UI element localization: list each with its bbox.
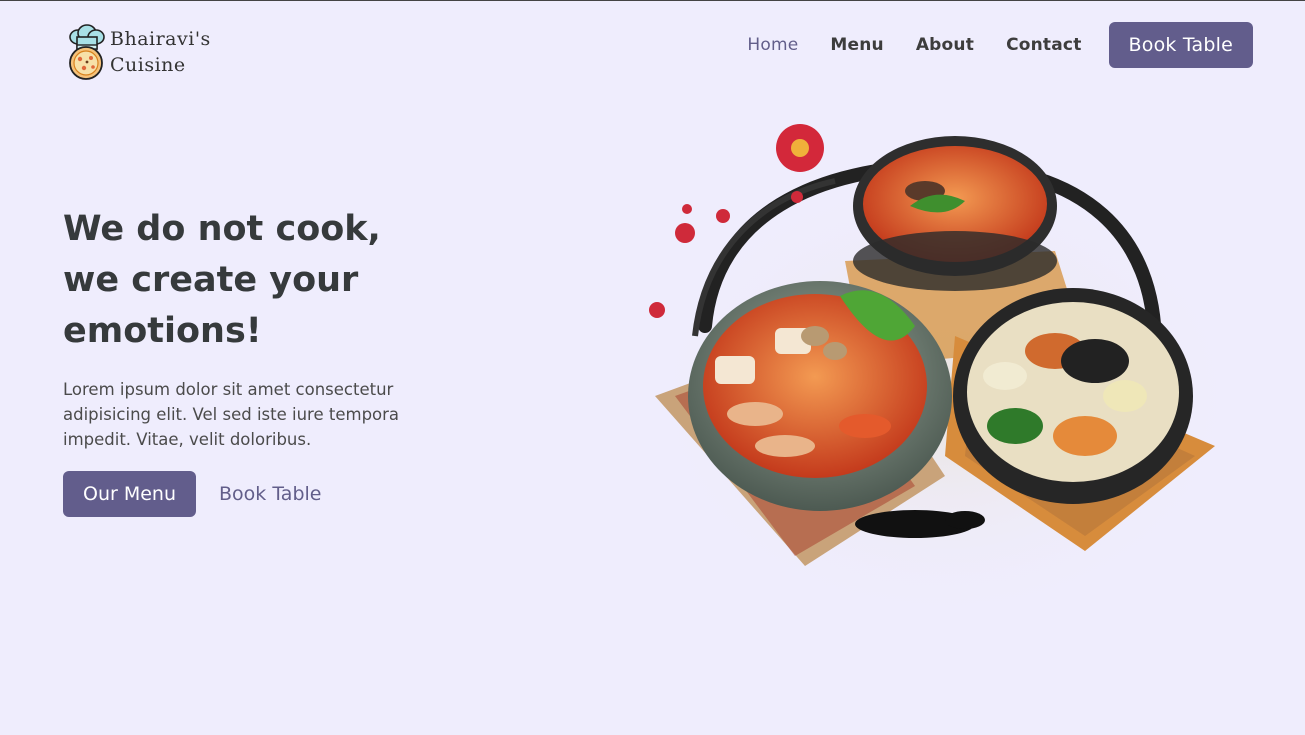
hero-title-line-3: emotions! [63, 311, 262, 351]
hero-title: We do not cook, we create your emotions! [63, 204, 443, 357]
brand-name-line1: Bhairavi's [110, 28, 211, 50]
chef-hat-pizza-icon [69, 24, 105, 80]
site-header: Bhairavi's Cuisine Home Menu About Conta… [0, 1, 1305, 91]
hero-title-line-2: we create your [63, 260, 359, 300]
hero-actions: Our Menu Book Table [63, 471, 321, 517]
hero-description: Lorem ipsum dolor sit amet consectetur a… [63, 380, 400, 449]
korean-food-bowls-image [645, 124, 1235, 616]
brand-name-line2: Cuisine [110, 54, 186, 76]
main-nav: Home Menu About Contact Book Table [715, 22, 1253, 68]
book-table-button[interactable]: Book Table [1108, 22, 1253, 68]
nav-home[interactable]: Home [747, 35, 798, 55]
our-menu-button[interactable]: Our Menu [63, 471, 197, 517]
nav-menu[interactable]: Menu [830, 35, 883, 55]
nav-about[interactable]: About [916, 35, 974, 55]
nav-contact[interactable]: Contact [1006, 35, 1081, 55]
brand-logo[interactable]: Bhairavi's Cuisine [64, 23, 211, 81]
hero-title-line-1: We do not cook, [63, 209, 381, 249]
book-table-link[interactable]: Book Table [219, 483, 321, 505]
brand-name: Bhairavi's Cuisine [110, 26, 211, 78]
